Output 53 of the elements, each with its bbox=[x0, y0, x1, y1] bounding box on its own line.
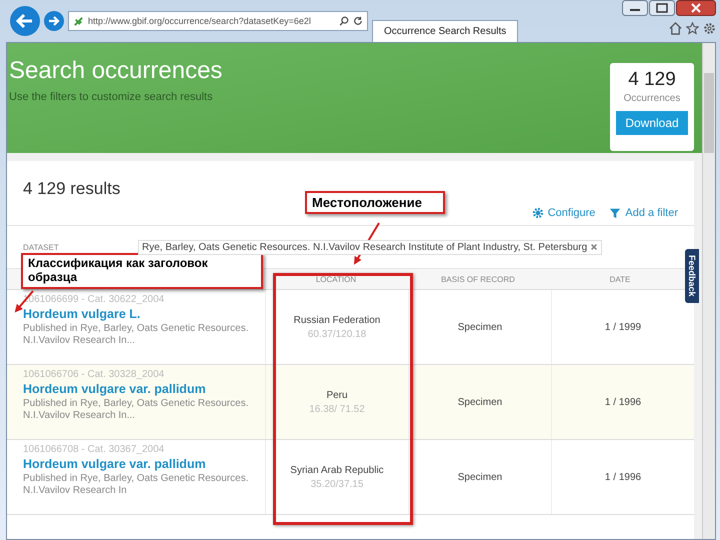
page-title: Search occurrences bbox=[9, 57, 222, 85]
published-text: Published in Rye, Barley, Oats Genetic Resources. N.I.Vavilov Research In... bbox=[23, 398, 250, 422]
back-icon[interactable] bbox=[10, 6, 40, 36]
minimize-icon[interactable] bbox=[622, 0, 648, 16]
column-header: DATE bbox=[608, 274, 632, 284]
location-name: Russian Federation bbox=[294, 314, 380, 326]
occurrence-count: 4 129 bbox=[628, 69, 676, 91]
basis-cell: Specimen bbox=[458, 322, 502, 332]
action-link[interactable]: Configure bbox=[532, 207, 596, 219]
browser-tab[interactable]: Occurrence Search Results bbox=[372, 20, 518, 42]
scrollbar[interactable] bbox=[702, 43, 715, 539]
published-text: Published in Rye, Barley, Oats Genetic Resources. N.I.Vavilov Research In bbox=[23, 473, 250, 497]
column-header: BASIS OF RECORD bbox=[440, 274, 516, 284]
annotation-callout: Классификация как заголовок образца bbox=[21, 253, 263, 289]
column-header: LOCATION bbox=[314, 274, 358, 284]
remove-icon[interactable] bbox=[590, 243, 598, 251]
date-cell: 1 / 1996 bbox=[604, 396, 642, 408]
filter-label: DATASET bbox=[23, 242, 60, 252]
species-link[interactable]: Hordeum vulgare L. bbox=[23, 307, 265, 321]
coordinates: 35.20/37.15 bbox=[310, 478, 364, 490]
date-cell: 1 / 1996 bbox=[604, 472, 642, 482]
species-link[interactable]: Hordeum vulgare var. pallidum bbox=[23, 382, 265, 396]
annotation-callout: Местоположение bbox=[305, 191, 445, 214]
home-icon[interactable] bbox=[669, 22, 682, 35]
feedback-tab[interactable]: Feedback bbox=[685, 249, 699, 303]
star-icon[interactable] bbox=[686, 22, 699, 35]
date-cell: 1 / 1999 bbox=[604, 322, 642, 332]
basis-cell: Specimen bbox=[458, 396, 502, 408]
settings-icon[interactable] bbox=[703, 22, 716, 35]
filter-value: Rye, Barley, Oats Genetic Resources. N.I.Vavilov Research Institute of Plant Industry, St. Petersburg bbox=[142, 242, 588, 252]
species-link[interactable]: Hordeum vulgare var. pallidum bbox=[23, 457, 265, 471]
action-link[interactable]: Add a filter bbox=[609, 207, 678, 219]
address-bar[interactable]: http://www.gbif.org/occurrence/search?datasetKey=6e2l bbox=[68, 11, 368, 31]
refresh-icon[interactable] bbox=[353, 16, 363, 26]
coordinates: 60.37/120.18 bbox=[308, 328, 366, 340]
count-label: Occurrences bbox=[624, 93, 680, 104]
maximize-icon[interactable] bbox=[649, 0, 675, 16]
location-name: Syrian Arab Republic bbox=[290, 464, 384, 476]
record-id: 1061066706 - Cat. 30328_2004 bbox=[23, 369, 166, 380]
search-icon[interactable] bbox=[339, 16, 349, 26]
coordinates: 16.38/ 71.52 bbox=[309, 404, 365, 414]
close-icon[interactable] bbox=[676, 0, 716, 16]
funnel-icon bbox=[609, 207, 622, 219]
results-heading: 4 129 results bbox=[23, 179, 120, 199]
gear-icon bbox=[532, 207, 544, 219]
record-id: 1061066708 - Cat. 30367_2004 bbox=[23, 444, 166, 455]
page-subtitle: Use the filters to customize search results bbox=[9, 91, 214, 103]
basis-cell: Specimen bbox=[458, 472, 502, 482]
table-row[interactable]: 1061066706 - Cat. 30328_2004 Hordeum vulgare var. pallidum Published in Rye, Barley, Oats Genetic Resources. N.I.Vavilov Research In... Peru 16.38/ 71.52 Specimen 1 / 1996 bbox=[7, 364, 694, 439]
table-row[interactable]: 1061066708 - Cat. 30367_2004 Hordeum vulgare var. pallidum Published in Rye, Barley, Oats Genetic Resources. N.I.Vavilov Research In Syrian Arab Republic 35.20/37.15 Specimen 1 / 1996 bbox=[7, 439, 694, 514]
location-name: Peru bbox=[326, 390, 348, 400]
forward-icon[interactable] bbox=[44, 11, 64, 31]
published-text: Published in Rye, Barley, Oats Genetic Resources. N.I.Vavilov Research In... bbox=[23, 323, 250, 347]
